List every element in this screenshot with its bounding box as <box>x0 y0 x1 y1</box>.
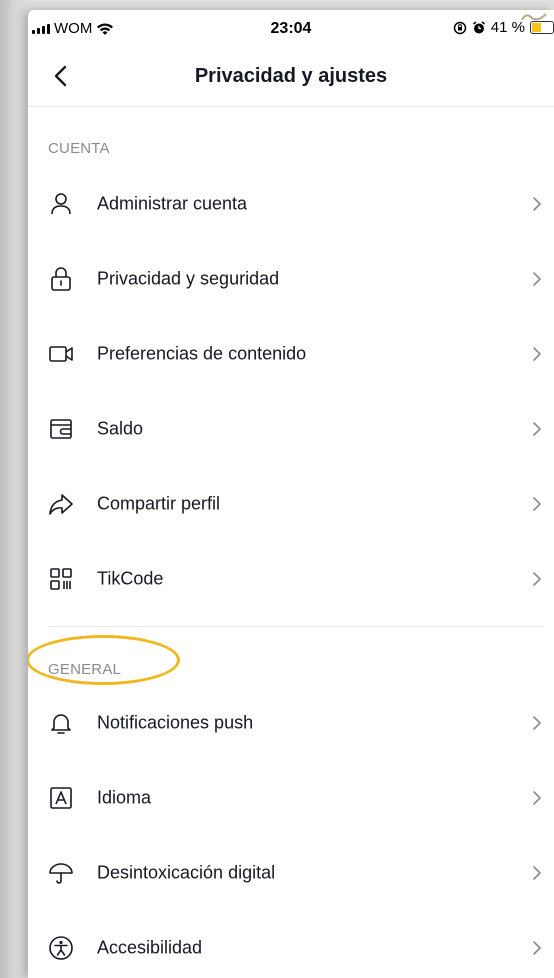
settings-item-label: Desintoxicación digital <box>97 862 276 882</box>
status-bar: WOM 23:04 41 % <box>28 10 554 46</box>
settings-item-saldo[interactable]: Saldo <box>28 391 554 466</box>
settings-item-notificaciones-push[interactable]: Notificaciones push <box>28 685 554 760</box>
chevron-right-icon <box>533 940 541 955</box>
battery-icon <box>530 21 554 34</box>
corner-decoration <box>521 13 547 21</box>
settings-item-accesibilidad[interactable]: Accesibilidad <box>28 910 554 978</box>
navigation-bar: Privacidad y ajustes <box>28 46 554 107</box>
settings-item-idioma[interactable]: Idioma <box>28 760 554 835</box>
settings-item-privacidad-seguridad[interactable]: Privacidad y seguridad <box>28 241 554 316</box>
settings-item-label: Privacidad y seguridad <box>97 268 280 288</box>
settings-item-compartir-perfil[interactable]: Compartir perfil <box>28 466 554 541</box>
chevron-right-icon <box>533 790 541 805</box>
language-icon <box>50 786 72 809</box>
chevron-right-icon <box>533 196 541 211</box>
alarm-icon <box>472 20 485 33</box>
settings-item-label: Accesibilidad <box>97 937 203 957</box>
chevron-right-icon <box>533 571 541 586</box>
bell-icon <box>51 713 71 734</box>
chevron-right-icon <box>533 346 541 361</box>
settings-item-label: Preferencias de contenido <box>97 343 307 363</box>
section-divider <box>48 626 544 627</box>
chevron-right-icon <box>533 271 541 286</box>
phone-screen: WOM 23:04 41 % Privacidad y ajustes CUEN… <box>28 10 554 978</box>
share-icon <box>49 493 73 515</box>
chevron-right-icon <box>533 715 541 730</box>
wallet-icon <box>50 418 72 439</box>
rotation-lock-icon <box>453 21 467 34</box>
settings-item-label: TikCode <box>97 568 164 588</box>
chevron-right-icon <box>533 496 541 511</box>
person-icon <box>51 192 71 214</box>
highlight-circle <box>28 635 180 685</box>
settings-item-administrar-cuenta[interactable]: Administrar cuenta <box>28 166 554 241</box>
qr-code-icon <box>50 567 72 590</box>
settings-item-label: Saldo <box>97 418 144 438</box>
accessibility-icon <box>49 935 73 960</box>
page-title: Privacidad y ajustes <box>194 65 388 87</box>
settings-item-desintoxicacion-digital[interactable]: Desintoxicación digital <box>28 835 554 910</box>
lock-icon <box>51 266 71 291</box>
settings-item-label: Idioma <box>97 787 152 807</box>
section-header-cuenta: CUENTA <box>48 140 110 157</box>
video-camera-icon <box>49 345 73 362</box>
chevron-right-icon <box>533 865 541 880</box>
chevron-right-icon <box>533 421 541 436</box>
settings-item-label: Administrar cuenta <box>97 193 248 213</box>
settings-item-preferencias-contenido[interactable]: Preferencias de contenido <box>28 316 554 391</box>
settings-item-label: Notificaciones push <box>97 712 254 732</box>
umbrella-icon <box>49 862 73 884</box>
settings-item-tikcode[interactable]: TikCode <box>28 541 554 616</box>
settings-item-label: Compartir perfil <box>97 493 221 513</box>
